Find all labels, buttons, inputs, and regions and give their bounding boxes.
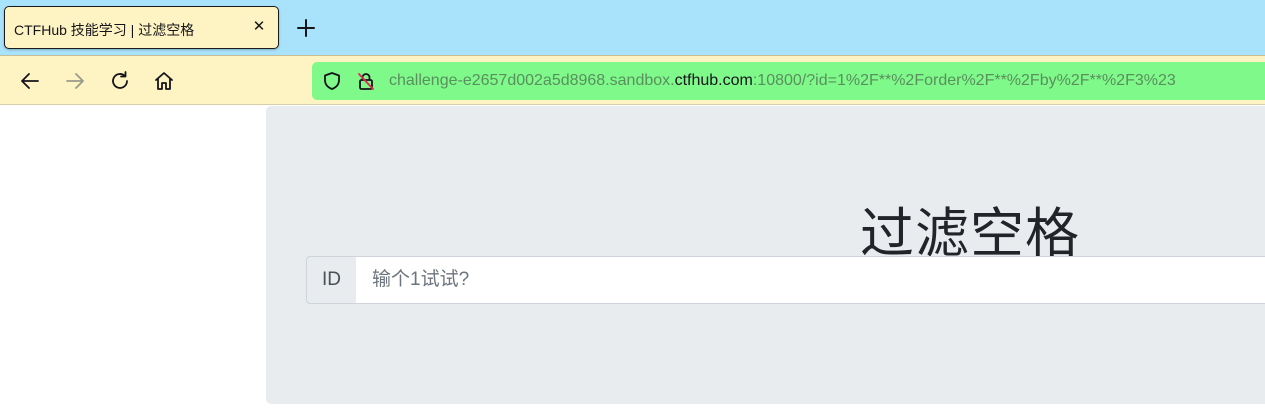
- url-bar[interactable]: challenge-e2657d002a5d8968.sandbox.ctfhu…: [312, 62, 1265, 100]
- back-button[interactable]: [18, 69, 42, 93]
- id-input[interactable]: [356, 256, 1265, 304]
- home-icon: [155, 72, 173, 90]
- jumbotron: 过滤空格 ID: [266, 106, 1265, 404]
- arrow-right-icon: [66, 73, 84, 89]
- tab-strip: CTFHub 技能学习 | 过滤空格 ✕: [0, 0, 1265, 55]
- arrow-left-icon: [21, 73, 39, 89]
- forward-button[interactable]: [63, 69, 87, 93]
- url-suffix: :10800/?id=1%2F**%2Forder%2F**%2Fby%2F**…: [752, 72, 1176, 89]
- home-button[interactable]: [152, 69, 176, 93]
- close-tab-icon[interactable]: ✕: [250, 18, 268, 36]
- url-text[interactable]: challenge-e2657d002a5d8968.sandbox.ctfhu…: [389, 72, 1176, 90]
- url-host: ctfhub.com: [674, 72, 753, 89]
- navigation-toolbar: challenge-e2657d002a5d8968.sandbox.ctfhu…: [0, 55, 1265, 105]
- id-input-group: ID: [306, 256, 1265, 304]
- tracking-protection-shield-icon[interactable]: [322, 71, 342, 91]
- reload-icon: [112, 71, 128, 89]
- browser-tab[interactable]: CTFHub 技能学习 | 过滤空格 ✕: [4, 6, 279, 49]
- insecure-lock-icon[interactable]: [356, 71, 376, 91]
- new-tab-button[interactable]: [291, 13, 321, 43]
- reload-button[interactable]: [108, 69, 132, 93]
- plus-icon: [297, 19, 315, 37]
- url-prefix: challenge-e2657d002a5d8968.sandbox.: [389, 72, 675, 89]
- tab-title: CTFHub 技能学习 | 过滤空格: [14, 22, 195, 38]
- id-addon-label: ID: [306, 256, 357, 304]
